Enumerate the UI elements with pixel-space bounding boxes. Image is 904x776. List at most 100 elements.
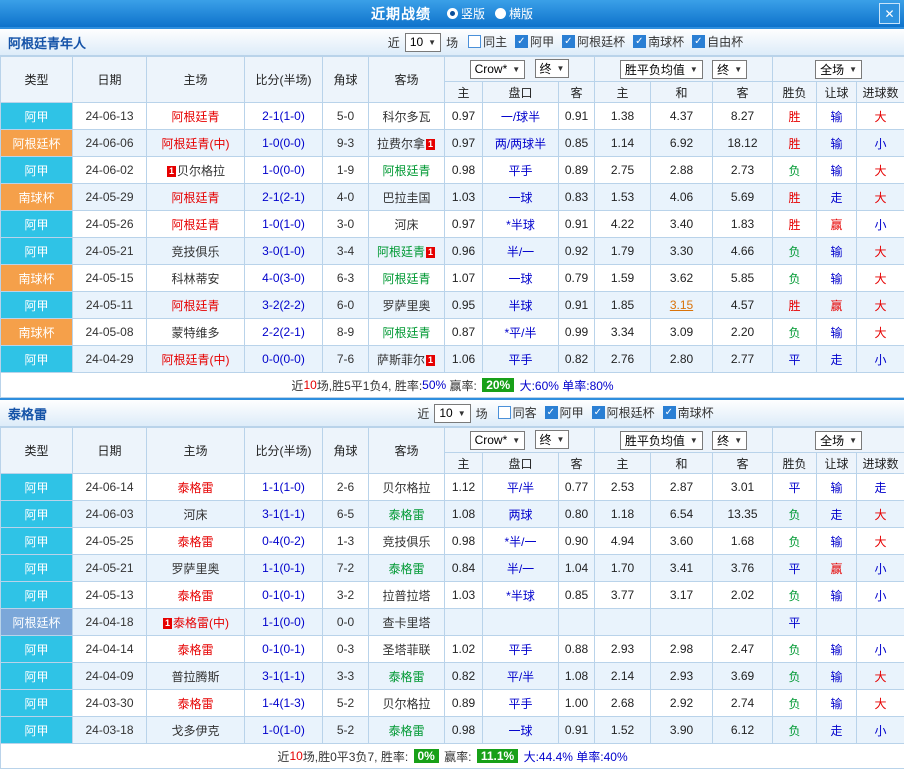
europe-home-odds: 1.53 (595, 184, 651, 211)
away-team-link[interactable]: 泰格雷 (388, 724, 424, 738)
match-score[interactable]: 2-2(2-1) (245, 319, 323, 346)
home-team-link[interactable]: 普拉腾斯 (171, 670, 219, 684)
match-score[interactable]: 2-1(2-1) (245, 184, 323, 211)
match-date: 24-05-08 (73, 319, 147, 346)
match-score[interactable]: 3-1(1-1) (245, 663, 323, 690)
match-score[interactable]: 3-2(2-2) (245, 292, 323, 319)
match-score[interactable]: 1-1(0-0) (245, 609, 323, 636)
match-score[interactable]: 4-0(3-0) (245, 265, 323, 292)
away-team-link[interactable]: 拉费尔拿 (377, 137, 425, 151)
away-team-link[interactable]: 阿根廷青 (382, 272, 430, 286)
match-score[interactable]: 1-1(1-0) (245, 474, 323, 501)
europe-avg-select[interactable]: 胜平负均值▼ (620, 431, 703, 450)
match-row: 南球杯24-05-29阿根廷青2-1(2-1)4-0巴拉圭国1.03一球0.83… (1, 184, 904, 211)
asian-final-select[interactable]: 终▼ (535, 59, 570, 78)
home-team-link[interactable]: 河床 (183, 508, 207, 522)
away-team-link[interactable]: 泰格雷 (388, 508, 424, 522)
away-team-link[interactable]: 圣塔菲联 (382, 643, 430, 657)
home-team-link[interactable]: 科林蒂安 (171, 272, 219, 286)
filter-checkbox-cup-argentina[interactable]: 阿根廷杯 (592, 404, 655, 421)
match-score[interactable]: 0-1(0-1) (245, 636, 323, 663)
match-score[interactable]: 1-0(1-0) (245, 211, 323, 238)
away-team-link[interactable]: 拉普拉塔 (382, 589, 430, 603)
europe-avg-select[interactable]: 胜平负均值▼ (620, 60, 703, 79)
home-team-link[interactable]: 戈多伊克 (171, 724, 219, 738)
matches-body: 阿甲24-06-13阿根廷青2-1(1-0)5-0科尔多瓦0.97一/球半0.9… (1, 103, 904, 373)
away-team-link[interactable]: 阿根廷青 (377, 245, 425, 259)
filter-checkbox-league-a[interactable]: 阿甲 (545, 404, 584, 421)
competition-badge: 阿甲 (1, 690, 73, 717)
home-team-link[interactable]: 泰格雷 (177, 589, 213, 603)
home-team-link[interactable]: 泰格雷(中) (173, 616, 229, 630)
home-team-link[interactable]: 泰格雷 (177, 643, 213, 657)
match-score[interactable]: 1-0(1-0) (245, 717, 323, 744)
away-team-link[interactable]: 贝尔格拉 (382, 481, 430, 495)
away-team-link[interactable]: 科尔多瓦 (382, 110, 430, 124)
layout-radio-vertical[interactable]: 竖版 (447, 5, 485, 22)
match-score[interactable]: 2-1(1-0) (245, 103, 323, 130)
bookmaker-value: Crow* (475, 62, 508, 76)
europe-final-select[interactable]: 终▼ (712, 431, 747, 450)
match-score[interactable]: 0-1(0-1) (245, 582, 323, 609)
layout-radio-horizontal[interactable]: 横版 (495, 5, 533, 22)
away-team-link[interactable]: 罗萨里奥 (382, 299, 430, 313)
match-score[interactable]: 3-0(1-0) (245, 238, 323, 265)
filter-checkbox-same-away[interactable]: 同客 (498, 404, 537, 421)
summary-cell: 近10场,胜0平3负7, 胜率: 0% 赢率: 11.1% 大:44.4% 单率… (1, 744, 904, 769)
home-team-link[interactable]: 蒙特维多 (171, 326, 219, 340)
filter-checkbox-cup-libertad[interactable]: 自由杯 (692, 33, 743, 50)
filter-checkbox-league-a[interactable]: 阿甲 (515, 33, 554, 50)
close-button[interactable]: ✕ (879, 3, 900, 24)
asian-home-odds: 1.06 (445, 346, 483, 373)
bookmaker-select[interactable]: Crow*▼ (470, 60, 526, 79)
away-team-link[interactable]: 阿根廷青 (382, 326, 430, 340)
home-team-link[interactable]: 阿根廷青(中) (162, 353, 230, 367)
away-team-link[interactable]: 贝尔格拉 (382, 697, 430, 711)
filter-checkbox-same-home[interactable]: 同主 (468, 33, 507, 50)
team-name-link[interactable]: 阿根廷青年人 (8, 33, 233, 52)
away-team-link[interactable]: 泰格雷 (388, 670, 424, 684)
home-team-link[interactable]: 泰格雷 (177, 697, 213, 711)
home-team-link[interactable]: 阿根廷青 (171, 110, 219, 124)
home-team-link[interactable]: 罗萨里奥 (171, 562, 219, 576)
match-score[interactable]: 1-0(0-0) (245, 157, 323, 184)
match-score[interactable]: 0-4(0-2) (245, 528, 323, 555)
match-score[interactable]: 1-0(0-0) (245, 130, 323, 157)
filter-checkbox-cup-argentina[interactable]: 阿根廷杯 (562, 33, 625, 50)
away-team-link[interactable]: 竞技俱乐 (382, 535, 430, 549)
home-team-link[interactable]: 阿根廷青 (171, 191, 219, 205)
filter-checkbox-cup-south[interactable]: 南球杯 (663, 404, 714, 421)
match-score[interactable]: 1-1(0-1) (245, 555, 323, 582)
away-team-link[interactable]: 巴拉圭国 (382, 191, 430, 205)
bookmaker-select[interactable]: Crow*▼ (470, 431, 526, 450)
away-team-link[interactable]: 查卡里塔 (382, 616, 430, 630)
home-team-link[interactable]: 贝尔格拉 (177, 164, 225, 178)
home-team-link[interactable]: 泰格雷 (177, 481, 213, 495)
asian-final-select[interactable]: 终▼ (535, 430, 570, 449)
home-team-link[interactable]: 泰格雷 (177, 535, 213, 549)
asian-handicap: 半/一 (483, 238, 559, 265)
away-team-link[interactable]: 河床 (394, 218, 418, 232)
games-count-select[interactable]: 10▼ (434, 404, 470, 423)
team-name-link[interactable]: 泰格雷 (8, 404, 233, 423)
home-team-link[interactable]: 阿根廷青 (171, 299, 219, 313)
match-score[interactable]: 1-4(1-3) (245, 690, 323, 717)
scope-select[interactable]: 全场▼ (815, 60, 862, 79)
europe-draw-odds[interactable]: 3.15 (651, 292, 713, 319)
away-team-link[interactable]: 萨斯菲尔 (377, 353, 425, 367)
asian-handicap: 一球 (483, 265, 559, 292)
europe-away-odds: 13.35 (713, 501, 773, 528)
away-team-link[interactable]: 泰格雷 (388, 562, 424, 576)
chevron-down-icon: ▼ (690, 436, 698, 445)
filter-checkbox-cup-south[interactable]: 南球杯 (633, 33, 684, 50)
home-team-link[interactable]: 阿根廷青(中) (162, 137, 230, 151)
away-team-link[interactable]: 阿根廷青 (382, 164, 430, 178)
corner-score: 2-6 (323, 474, 369, 501)
europe-final-select[interactable]: 终▼ (712, 60, 747, 79)
games-count-select[interactable]: 10▼ (405, 33, 441, 52)
home-team-link[interactable]: 阿根廷青 (171, 218, 219, 232)
home-team-link[interactable]: 竞技俱乐 (171, 245, 219, 259)
scope-select[interactable]: 全场▼ (815, 431, 862, 450)
match-score[interactable]: 3-1(1-1) (245, 501, 323, 528)
match-score[interactable]: 0-0(0-0) (245, 346, 323, 373)
